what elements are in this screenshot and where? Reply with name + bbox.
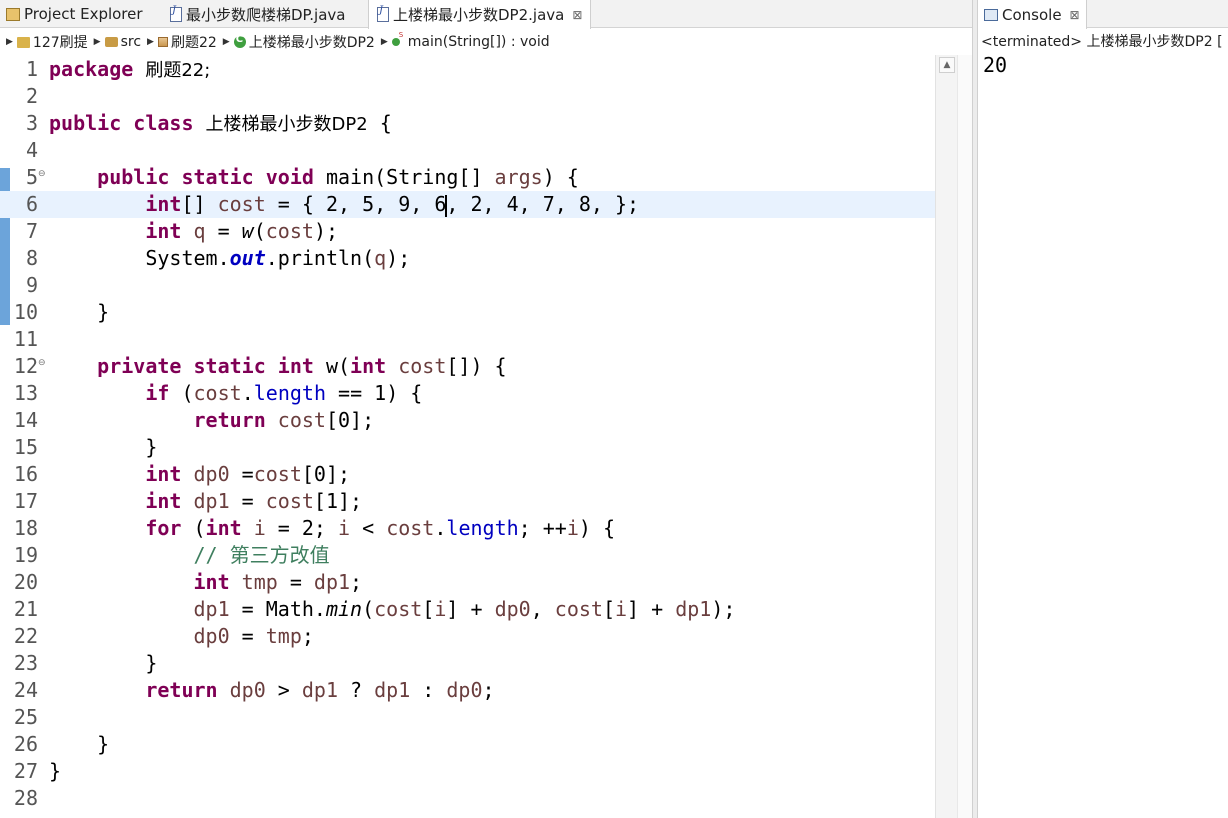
code-line: 28 [0,785,935,812]
code-line: 17 int dp1 = cost[1]; [0,488,935,515]
line-number: 2 [25,84,38,108]
code-line: 9 [0,272,935,299]
fold-icon[interactable]: ⊖ [38,164,46,184]
code-line: 27 } [0,758,935,785]
code-line: 24 return dp0 > dp1 ? dp1 : dp0; [0,677,935,704]
breadcrumb-package[interactable]: 刷题22 [157,32,217,52]
code-line: 23 } [0,650,935,677]
method-icon [391,31,403,46]
line-number: 25 [13,705,38,729]
line-number: 16 [13,462,38,486]
line-number: 27 [13,759,38,783]
line-number: 24 [13,678,38,702]
editor-tab-bar: Project Explorer 最小步数爬楼梯DP.java 上楼梯最小步数D… [0,0,972,29]
code-line: 22 dp0 = tmp; [0,623,935,650]
close-tab-icon[interactable]: ⊠ [572,8,582,22]
line-number: 7 [25,219,38,243]
console-icon [984,8,998,21]
java-file-icon [170,5,182,22]
chevron-right-icon: ▶ [147,37,154,47]
package-icon [157,37,168,47]
code-line: 11 [0,326,935,353]
code-line: 18 for (int i = 2; i < cost.length; ++i)… [0,515,935,542]
line-number: 8 [25,246,38,270]
line-number: 20 [13,570,38,594]
code-line: 10 } [0,299,935,326]
line-number: 26 [13,732,38,756]
console-output: 20 [983,53,1008,77]
code-editor[interactable]: 1 package 刷题22; 2 3 public class 上楼梯最小步数… [0,55,935,818]
code-line: 20 int tmp = dp1; [0,569,935,596]
project-icon [16,36,30,48]
line-number: 18 [13,516,38,540]
chevron-right-icon: ▶ [6,37,13,47]
line-number: 9 [25,273,38,297]
scroll-up-icon[interactable]: ▲ [939,57,955,73]
line-number: 28 [13,786,38,810]
line-number: 22 [13,624,38,648]
line-number: 23 [13,651,38,675]
java-file-icon [377,5,389,22]
code-line: 2 [0,83,935,110]
line-number: 10 [13,300,38,324]
class-icon [233,34,246,48]
line-number: 6 [25,192,38,216]
tab-label: 最小步数爬楼梯DP.java [186,5,346,24]
console-tab-bar: Console ⊠ [978,0,1228,29]
code-line: 3 public class 上楼梯最小步数DP2 { [0,110,935,137]
editor-pane: Project Explorer 最小步数爬楼梯DP.java 上楼梯最小步数D… [0,0,972,818]
project-explorer-icon [6,7,20,21]
chevron-right-icon: ▶ [93,37,101,47]
breadcrumb-project[interactable]: 127刷提 [16,32,88,52]
code-line: 21 dp1 = Math.min(cost[i] + dp0, cost[i]… [0,596,935,623]
code-line: 12 ⊖ private static int w(int cost[]) { [0,353,935,380]
tab-project-explorer[interactable]: Project Explorer [6,0,143,28]
code-line: 5 ⊖ public static void main(String[] arg… [0,164,935,191]
line-number: 13 [13,381,38,405]
line-number: 1 [25,57,38,81]
tab-file-dp[interactable]: 最小步数爬楼梯DP.java [170,0,345,28]
line-number: 4 [25,138,38,162]
breadcrumb-class[interactable]: 上楼梯最小步数DP2 [233,32,375,52]
breadcrumb-src[interactable]: src [104,34,141,50]
console-pane: Console ⊠ <terminated> 上楼梯最小步数DP2 [ 20 [978,0,1228,818]
console-status: <terminated> 上楼梯最小步数DP2 [ [981,34,1223,50]
chevron-right-icon: ▶ [222,37,230,47]
tab-file-dp2[interactable]: 上楼梯最小步数DP2.java ⊠ [368,0,592,29]
chevron-right-icon: ▶ [380,37,388,47]
code-line: 16 int dp0 =cost[0]; [0,461,935,488]
line-number: 21 [13,597,38,621]
tab-label: 上楼梯最小步数DP2.java [393,6,565,24]
breadcrumb-method[interactable]: main(String[]) : void [391,31,550,50]
tab-label: Project Explorer [24,5,143,23]
editor-vertical-scrollbar[interactable]: ▲ [935,55,957,818]
line-number: 19 [13,543,38,567]
fold-icon[interactable]: ⊖ [38,353,46,373]
code-line: 4 [0,137,935,164]
code-line: 15 } [0,434,935,461]
code-line: 14 return cost[0]; [0,407,935,434]
code-line: 1 package 刷题22; [0,56,935,83]
tab-label: Console [1002,5,1062,24]
tab-console[interactable]: Console ⊠ [978,0,1087,29]
code-line: 26 } [0,731,935,758]
code-line: 8 System.out.println(q); [0,245,935,272]
code-line: 13 if (cost.length == 1) { [0,380,935,407]
line-number: 11 [13,327,38,351]
overview-ruler[interactable] [957,55,972,818]
line-number: 5 [25,165,38,189]
code-line-current: 6 int[] cost = { 2, 5, 9, 6, 2, 4, 7, 8,… [0,191,935,218]
code-line: 7 int q = w(cost); [0,218,935,245]
line-number: 3 [25,111,38,135]
close-tab-icon[interactable]: ⊠ [1070,8,1080,22]
code-line: 25 [0,704,935,731]
breadcrumb: ▶ 127刷提 ▶ src ▶ 刷题22 ▶ 上楼梯最小步数DP2 ▶ main… [0,29,972,55]
line-number: 14 [13,408,38,432]
code-line: 19 // 第三方改值 [0,542,935,569]
line-number: 17 [13,489,38,513]
line-number: 15 [13,435,38,459]
line-number: 12 [13,354,38,378]
source-folder-icon [104,37,118,47]
